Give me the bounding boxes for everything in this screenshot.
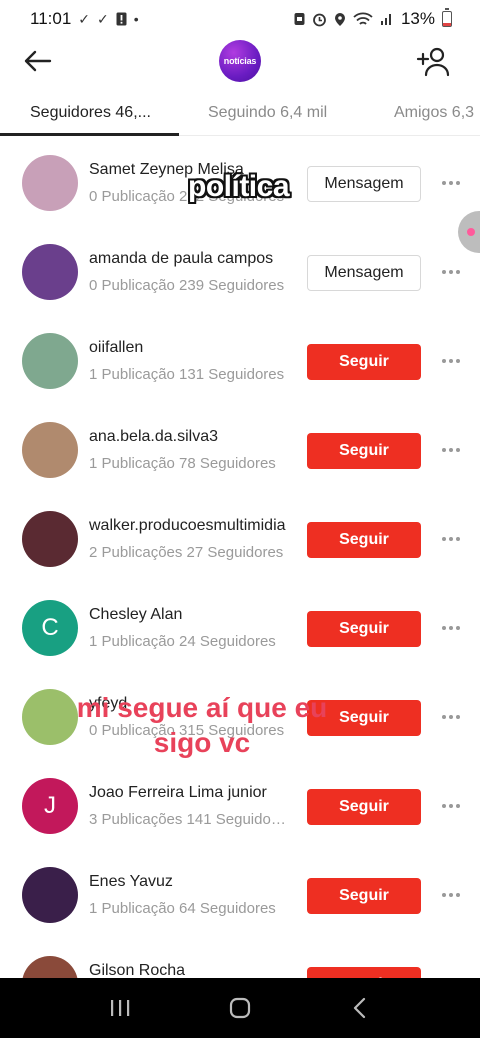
follow-button[interactable]: Seguir: [307, 967, 421, 978]
list-item[interactable]: Gilson Rocha Seguir: [0, 941, 480, 978]
avatar[interactable]: C: [22, 600, 78, 656]
avatar[interactable]: [22, 244, 78, 300]
avatar[interactable]: [22, 511, 78, 567]
wifi-icon: [353, 12, 373, 27]
list-item[interactable]: walker.producoesmultimidia 2 Publicações…: [0, 496, 480, 585]
user-stats: 1 Publicação 131 Seguidores: [89, 366, 285, 383]
battery-icon: [442, 8, 452, 27]
tabs-bar: Seguidores 46,... Seguindo 6,4 mil Amigo…: [0, 92, 480, 136]
more-options-button[interactable]: [438, 257, 464, 287]
user-stats: 0 Publicação 239 Seguidores: [89, 277, 285, 294]
check-icon: ✓: [78, 10, 91, 27]
follow-button[interactable]: Seguir: [307, 878, 421, 914]
followers-list: Samet Zeynep Melisa 0 Publicação 282 Seg…: [0, 140, 480, 978]
alert-icon: [116, 12, 127, 26]
avatar[interactable]: [22, 956, 78, 978]
user-name: amanda de paula campos: [89, 250, 274, 267]
caption-politica: política: [188, 170, 290, 203]
more-options-button[interactable]: [438, 613, 464, 643]
signal-icon: [380, 12, 394, 26]
avatar[interactable]: [22, 155, 78, 211]
more-options-button[interactable]: [438, 791, 464, 821]
follow-button[interactable]: Seguir: [307, 611, 421, 647]
follow-button[interactable]: Seguir: [307, 789, 421, 825]
user-name: Gilson Rocha: [89, 962, 186, 978]
follow-button[interactable]: Seguir: [307, 522, 421, 558]
message-button[interactable]: Mensagem: [307, 166, 421, 202]
more-options-button[interactable]: [438, 880, 464, 910]
more-options-button[interactable]: [438, 524, 464, 554]
caption-follow-back: mi segue aí que eu sigo vc: [76, 692, 328, 758]
follow-button[interactable]: Seguir: [307, 433, 421, 469]
dot-icon: •: [133, 11, 139, 27]
home-button[interactable]: [210, 988, 270, 1028]
avatar[interactable]: [22, 867, 78, 923]
user-stats: 1 Publicação 24 Seguidores: [89, 633, 276, 650]
more-options-button[interactable]: [438, 168, 464, 198]
back-button[interactable]: [18, 44, 58, 78]
list-item[interactable]: ana.bela.da.silva3 1 Publicação 78 Segui…: [0, 407, 480, 496]
list-item[interactable]: amanda de paula campos 0 Publicação 239 …: [0, 229, 480, 318]
user-stats: 2 Publicações 27 Seguidores: [89, 544, 284, 561]
list-item[interactable]: J Joao Ferreira Lima junior 3 Publicaçõe…: [0, 763, 480, 852]
recent-apps-button[interactable]: [90, 988, 150, 1028]
more-options-button[interactable]: [438, 969, 464, 978]
more-options-button[interactable]: [438, 702, 464, 732]
system-back-button[interactable]: [330, 988, 390, 1028]
user-stats: 1 Publicação 78 Seguidores: [89, 455, 276, 472]
logo-text: notícias: [223, 56, 257, 66]
add-user-icon: [416, 47, 450, 77]
follow-button[interactable]: Seguir: [307, 344, 421, 380]
more-options-button[interactable]: [438, 346, 464, 376]
tab-following[interactable]: Seguindo 6,4 mil: [208, 92, 327, 136]
user-name: Joao Ferreira Lima junior: [89, 784, 267, 801]
user-name: walker.producoesmultimidia: [89, 517, 286, 534]
back-arrow-icon: [24, 50, 52, 72]
channel-logo[interactable]: notícias: [219, 40, 261, 82]
list-item[interactable]: Enes Yavuz 1 Publicação 64 Seguidores Se…: [0, 852, 480, 941]
alarm-icon: [312, 12, 327, 27]
user-stats: 1 Publicação 64 Seguidores: [89, 900, 276, 917]
check-icon: ✓: [97, 10, 109, 27]
battery-percent: 13%: [400, 9, 435, 28]
system-nav-bar: [0, 978, 480, 1038]
user-name: oiifallen: [89, 339, 144, 356]
avatar[interactable]: [22, 333, 78, 389]
more-options-button[interactable]: [438, 435, 464, 465]
status-bar: 11:01 ✓ ✓ • 13%: [0, 0, 480, 38]
list-item[interactable]: oiifallen 1 Publicação 131 Seguidores Se…: [0, 318, 480, 407]
user-name: Enes Yavuz: [89, 873, 173, 890]
lock-icon: [294, 12, 305, 26]
user-name: ana.bela.da.silva3: [89, 428, 218, 445]
tab-followers[interactable]: Seguidores 46,...: [30, 92, 151, 136]
status-time: 11:01: [30, 9, 72, 28]
list-item[interactable]: C Chesley Alan 1 Publicação 24 Seguidore…: [0, 585, 480, 674]
recent-apps-icon: [111, 1000, 130, 1016]
tab-friends[interactable]: Amigos 6,3: [394, 92, 474, 136]
active-tab-indicator: [0, 133, 179, 136]
avatar-letter: C: [41, 614, 59, 641]
chevron-left-icon: [353, 997, 366, 1019]
avatar-letter: J: [44, 792, 56, 819]
location-icon: [334, 12, 346, 27]
add-user-button[interactable]: [416, 44, 452, 78]
message-button[interactable]: Mensagem: [307, 255, 421, 291]
user-stats: 3 Publicações 141 Seguidores: [89, 811, 287, 828]
avatar[interactable]: [22, 422, 78, 478]
avatar[interactable]: J: [22, 778, 78, 834]
home-icon: [229, 997, 251, 1019]
app-header: notícias: [0, 38, 480, 84]
user-name: Chesley Alan: [89, 606, 183, 623]
